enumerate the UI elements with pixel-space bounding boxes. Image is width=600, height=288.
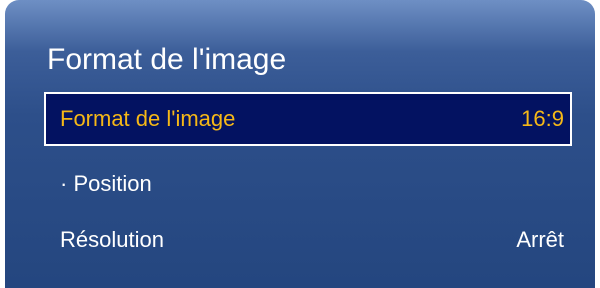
panel-title: Format de l'image xyxy=(47,43,287,76)
menu-item-picture-size[interactable]: Format de l'image 16:9 xyxy=(44,92,572,146)
menu-item-label: Résolution xyxy=(60,227,164,252)
picture-size-menu-panel: Format de l'image Format de l'image 16:9… xyxy=(5,0,595,288)
menu-item-value: Arrêt xyxy=(516,227,564,252)
menu-item-label: · Position xyxy=(60,171,152,196)
menu-item-value: 16:9 xyxy=(521,106,564,131)
menu-item-label: Format de l'image xyxy=(60,106,236,131)
menu-item-resolution[interactable]: Résolution Arrêt xyxy=(44,213,572,267)
menu-item-position[interactable]: · Position xyxy=(44,157,572,211)
